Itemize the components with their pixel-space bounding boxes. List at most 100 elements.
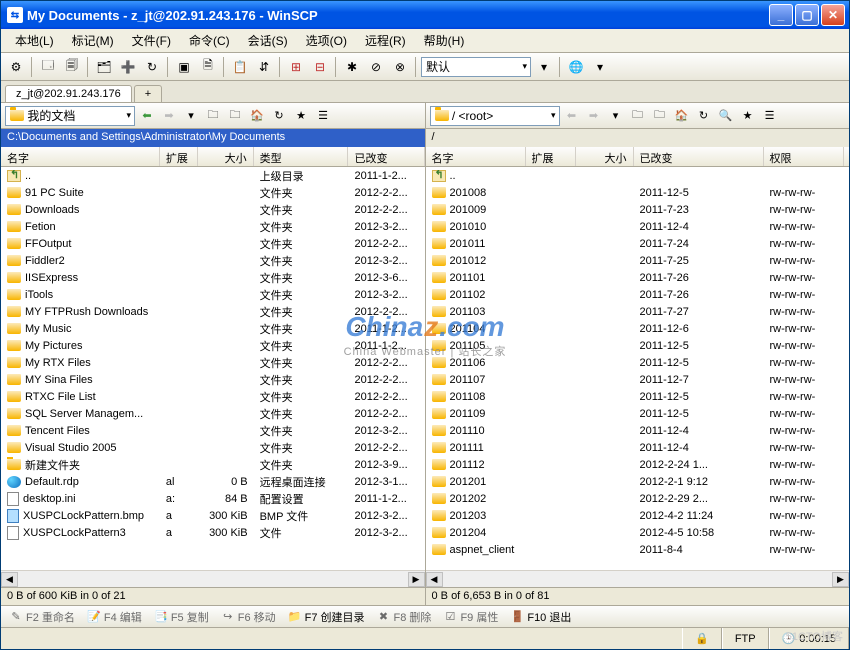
local-drive-select[interactable]: 我的文档 <box>5 106 135 126</box>
local-columns[interactable]: 名字 扩展 大小 类型 已改变 <box>1 147 425 167</box>
sync-icon[interactable]: 🗐 <box>61 56 83 78</box>
table-row[interactable]: IISExpress文件夹2012-3-6... <box>1 269 425 286</box>
table-row[interactable]: 2010092011-7-23rw-rw-rw- <box>426 201 850 218</box>
find-icon[interactable]: ⊘ <box>365 56 387 78</box>
local-refresh-icon[interactable]: ↻ <box>269 106 289 126</box>
remote-columns[interactable]: 名字 扩展 大小 已改变 权限 <box>426 147 850 167</box>
local-bookmark-icon[interactable]: ★ <box>291 106 311 126</box>
scroll-left-icon[interactable]: ◀ <box>426 572 443 587</box>
refresh-icon[interactable]: ↻ <box>141 56 163 78</box>
table-row[interactable]: 2011032011-7-27rw-rw-rw- <box>426 303 850 320</box>
remote-hscroll[interactable]: ◀ ▶ <box>426 570 850 587</box>
table-row[interactable]: 2011122012-2-24 1...rw-rw-rw- <box>426 456 850 473</box>
local-tree-icon[interactable]: ☰ <box>313 106 333 126</box>
f5-copy[interactable]: 📑F5 复制 <box>154 609 209 625</box>
add-icon[interactable]: ⊞ <box>285 56 307 78</box>
table-row[interactable]: My Pictures文件夹2011-1-2... <box>1 337 425 354</box>
titlebar[interactable]: ⇆ My Documents - z_jt@202.91.243.176 - W… <box>1 1 849 29</box>
menu-item[interactable]: 会话(S) <box>240 30 296 51</box>
table-row[interactable]: 2010122011-7-25rw-rw-rw- <box>426 252 850 269</box>
table-row[interactable]: 2012012012-2-1 9:12rw-rw-rw- <box>426 473 850 490</box>
table-row[interactable]: 2010082011-12-5rw-rw-rw- <box>426 184 850 201</box>
table-row[interactable]: 91 PC Suite文件夹2012-2-2... <box>1 184 425 201</box>
table-row[interactable]: 2011102011-12-4rw-rw-rw- <box>426 422 850 439</box>
table-row[interactable]: 2011022011-7-26rw-rw-rw- <box>426 286 850 303</box>
table-row[interactable]: .. <box>426 167 850 184</box>
table-row[interactable]: MY Sina Files文件夹2012-2-2... <box>1 371 425 388</box>
remote-dir-select[interactable]: / <root> <box>430 106 560 126</box>
scroll-left-icon[interactable]: ◀ <box>1 572 18 587</box>
remote-history-icon[interactable]: ▾ <box>606 106 626 126</box>
table-row[interactable]: 2011012011-7-26rw-rw-rw- <box>426 269 850 286</box>
local-back-icon[interactable]: ⬅ <box>137 106 157 126</box>
transfer-preset-select[interactable]: 默认 <box>421 57 531 77</box>
table-row[interactable]: 2011052011-12-5rw-rw-rw- <box>426 337 850 354</box>
remote-root-icon[interactable]: 🗀 <box>650 106 670 126</box>
f7-mkdir[interactable]: 📁F7 创建目录 <box>288 609 365 625</box>
local-root-icon[interactable]: 🗀 <box>225 106 245 126</box>
table-row[interactable]: XUSPCLockPattern.bmpa300 KiBBMP 文件2012-3… <box>1 507 425 524</box>
scroll-right-icon[interactable]: ▶ <box>832 572 849 587</box>
local-hscroll[interactable]: ◀ ▶ <box>1 570 425 587</box>
table-row[interactable]: aspnet_client2011-8-4rw-rw-rw- <box>426 541 850 558</box>
remote-tree-icon[interactable]: ☰ <box>760 106 780 126</box>
table-row[interactable]: RTXC File List文件夹2012-2-2... <box>1 388 425 405</box>
remote-file-list[interactable]: ..2010082011-12-5rw-rw-rw-2010092011-7-2… <box>426 167 850 570</box>
f6-move[interactable]: ↪F6 移动 <box>221 609 276 625</box>
table-row[interactable]: SQL Server Managem...文件夹2012-2-2... <box>1 405 425 422</box>
remote-up-icon[interactable]: 🗀 <box>628 106 648 126</box>
table-row[interactable]: desktop.inia:84 B配置设置2011-1-2... <box>1 490 425 507</box>
table-row[interactable]: 2011072011-12-7rw-rw-rw- <box>426 371 850 388</box>
f9-props[interactable]: ☑F9 属性 <box>443 609 498 625</box>
table-row[interactable]: My Music文件夹2011-1-2... <box>1 320 425 337</box>
f2-rename[interactable]: ✎F2 重命名 <box>9 609 75 625</box>
table-row[interactable]: 2010112011-7-24rw-rw-rw- <box>426 235 850 252</box>
menu-item[interactable]: 文件(F) <box>124 30 179 51</box>
f10-exit[interactable]: 🚪F10 退出 <box>510 609 571 625</box>
table-row[interactable]: 2012022012-2-29 2...rw-rw-rw- <box>426 490 850 507</box>
table-row[interactable]: Fiddler2文件夹2012-3-2... <box>1 252 425 269</box>
terminal-icon[interactable]: ▣ <box>173 56 195 78</box>
menu-item[interactable]: 命令(C) <box>181 30 238 51</box>
new-session-icon[interactable]: ➕ <box>117 56 139 78</box>
preset-config-icon[interactable]: ▾ <box>533 56 555 78</box>
table-row[interactable]: 2011082011-12-5rw-rw-rw- <box>426 388 850 405</box>
maximize-button[interactable]: ▢ <box>795 4 819 26</box>
table-row[interactable]: Default.rdpal0 B远程桌面连接2012-3-1... <box>1 473 425 490</box>
remove-icon[interactable]: ⊟ <box>309 56 331 78</box>
remote-find-icon[interactable]: 🔍 <box>716 106 736 126</box>
remote-home-icon[interactable]: 🏠 <box>672 106 692 126</box>
menu-item[interactable]: 本地(L) <box>7 30 62 51</box>
table-row[interactable]: 新建文件夹文件夹2012-3-9... <box>1 456 425 473</box>
local-history-icon[interactable]: ▾ <box>181 106 201 126</box>
table-row[interactable]: 2010102011-12-4rw-rw-rw- <box>426 218 850 235</box>
dropdown-icon[interactable]: ▾ <box>589 56 611 78</box>
table-row[interactable]: 2011062011-12-5rw-rw-rw- <box>426 354 850 371</box>
remote-bookmark-icon[interactable]: ★ <box>738 106 758 126</box>
transfer-icon[interactable]: ⇵ <box>253 56 275 78</box>
menu-item[interactable]: 帮助(H) <box>416 30 473 51</box>
remote-fwd-icon[interactable]: ➡ <box>584 106 604 126</box>
explorer-icon[interactable]: 🗎 <box>197 56 219 78</box>
table-row[interactable]: 2011092011-12-5rw-rw-rw- <box>426 405 850 422</box>
table-row[interactable]: FFOutput文件夹2012-2-2... <box>1 235 425 252</box>
settings-icon[interactable]: ⚙ <box>5 56 27 78</box>
menu-item[interactable]: 远程(R) <box>357 30 414 51</box>
table-row[interactable]: XUSPCLockPattern3a300 KiB文件2012-3-2... <box>1 524 425 541</box>
table-row[interactable]: Tencent Files文件夹2012-3-2... <box>1 422 425 439</box>
table-row[interactable]: Downloads文件夹2012-2-2... <box>1 201 425 218</box>
local-home-icon[interactable]: 🏠 <box>247 106 267 126</box>
globe-icon[interactable]: 🌐 <box>565 56 587 78</box>
f4-edit[interactable]: 📝F4 编辑 <box>87 609 142 625</box>
session-tab-active[interactable]: z_jt@202.91.243.176 <box>5 85 132 102</box>
minimize-button[interactable]: _ <box>769 4 793 26</box>
table-row[interactable]: 2011042011-12-6rw-rw-rw- <box>426 320 850 337</box>
menu-item[interactable]: 标记(M) <box>64 30 122 51</box>
table-row[interactable]: ..上级目录2011-1-2... <box>1 167 425 184</box>
table-row[interactable]: Fetion文件夹2012-3-2... <box>1 218 425 235</box>
close-button[interactable]: ✕ <box>821 4 845 26</box>
table-row[interactable]: iTools文件夹2012-3-2... <box>1 286 425 303</box>
new-tab-button[interactable]: + <box>134 85 162 102</box>
f8-delete[interactable]: ✖F8 删除 <box>377 609 432 625</box>
table-row[interactable]: 2012042012-4-5 10:58rw-rw-rw- <box>426 524 850 541</box>
